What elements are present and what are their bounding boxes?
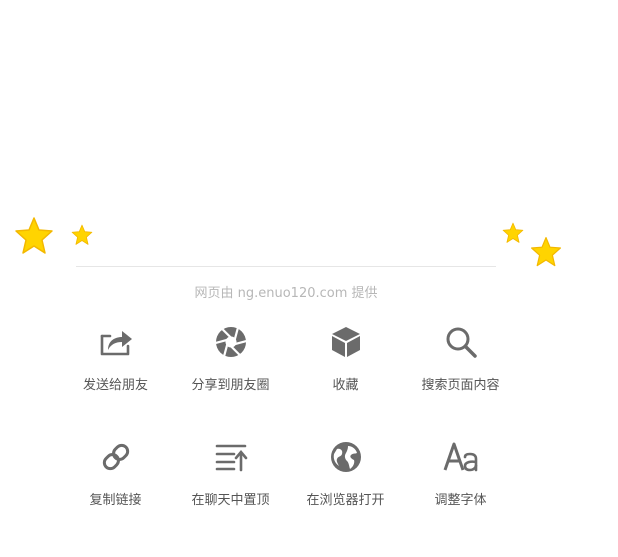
globe-icon [326, 437, 366, 477]
action-label: 在聊天中置顶 [191, 493, 270, 508]
copy-link-button[interactable]: 复制链接 [58, 437, 173, 508]
open-in-browser-button[interactable]: 在浏览器打开 [288, 437, 403, 508]
action-label: 分享到朋友圈 [191, 378, 270, 393]
share-to-moments-button[interactable]: 分享到朋友圈 [173, 322, 288, 393]
action-label: 收藏 [332, 378, 359, 393]
action-label: 调整字体 [434, 493, 487, 508]
action-row: 发送给朋友 分享到朋友圈 收藏 搜索页面内容 [58, 322, 518, 393]
pin-chat-top-button[interactable]: 在聊天中置顶 [173, 437, 288, 508]
search-icon [441, 322, 481, 362]
action-label: 在浏览器打开 [306, 493, 385, 508]
star-icon [15, 217, 53, 254]
provider-text: 网页由 ng.enuo120.com 提供 [194, 286, 378, 301]
star-icon [502, 222, 524, 243]
star-icon [71, 224, 93, 245]
divider [76, 266, 496, 267]
search-page-button[interactable]: 搜索页面内容 [403, 322, 518, 393]
action-grid: 发送给朋友 分享到朋友圈 收藏 搜索页面内容 复制链接 在聊天中置顶 在浏览器打… [58, 322, 518, 508]
favorite-button[interactable]: 收藏 [288, 322, 403, 393]
pin-top-icon [211, 437, 251, 477]
adjust-font-button[interactable]: 调整字体 [403, 437, 518, 508]
share-forward-icon [96, 322, 136, 362]
cube-icon [326, 322, 366, 362]
star-icon [531, 237, 561, 267]
action-row: 复制链接 在聊天中置顶 在浏览器打开 调整字体 [58, 437, 518, 508]
aperture-icon [211, 322, 251, 362]
link-icon [96, 437, 136, 477]
action-label: 发送给朋友 [82, 378, 148, 393]
font-size-icon [441, 437, 481, 477]
action-label: 复制链接 [89, 493, 142, 508]
send-to-friend-button[interactable]: 发送给朋友 [58, 322, 173, 393]
action-label: 搜索页面内容 [421, 378, 500, 393]
